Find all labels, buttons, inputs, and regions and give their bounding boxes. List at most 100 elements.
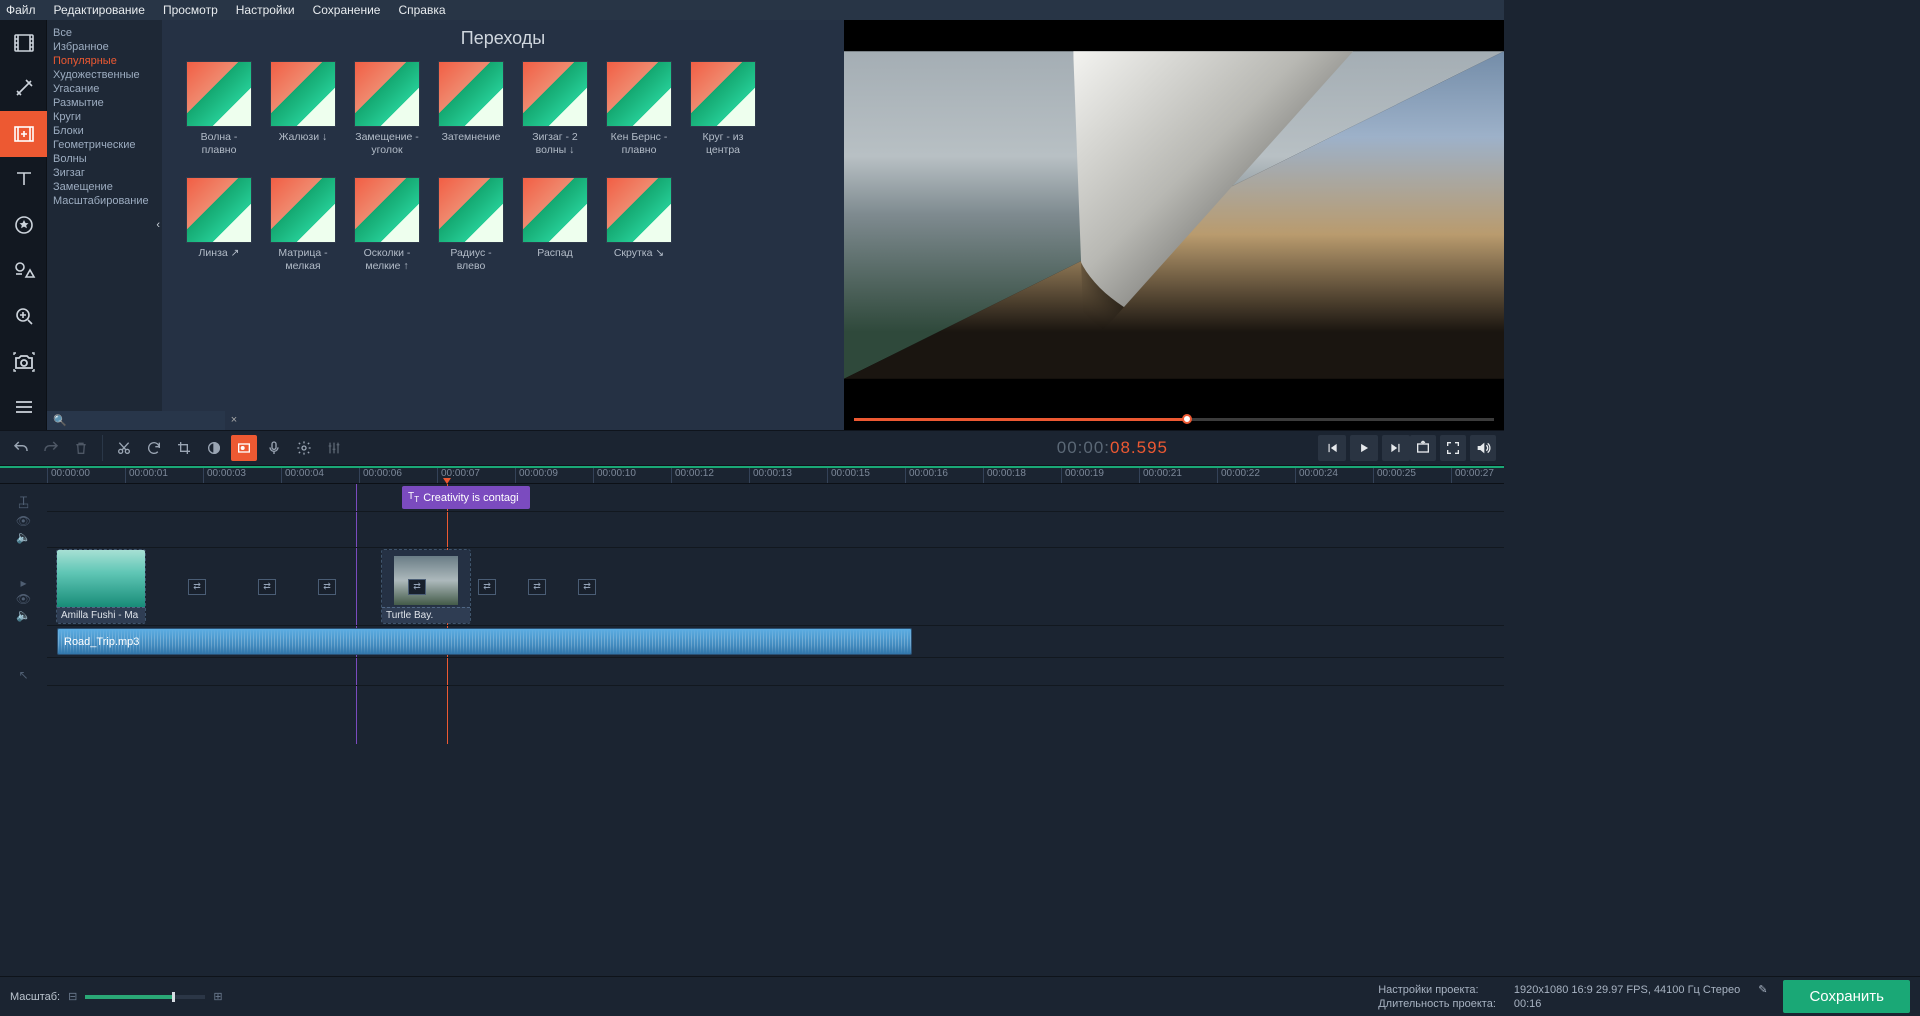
- video-clip[interactable]: Amilla Fushi - Ma: [57, 550, 145, 623]
- preview-canvas[interactable]: [844, 20, 1504, 410]
- menu-save[interactable]: Сохранение: [313, 3, 381, 17]
- category-item[interactable]: Геометрические: [47, 138, 162, 152]
- list-tool[interactable]: [0, 385, 47, 431]
- thumb-label: Затемнение: [438, 131, 504, 144]
- fullscreen-button[interactable]: [1440, 435, 1466, 461]
- category-item[interactable]: Популярные: [47, 54, 162, 68]
- color-button[interactable]: [201, 435, 227, 461]
- transition-marker[interactable]: ⇄: [528, 579, 546, 595]
- category-item[interactable]: Волны: [47, 152, 162, 166]
- category-item[interactable]: Зигзаг: [47, 166, 162, 180]
- media-tool[interactable]: [0, 20, 47, 66]
- thumb-label: Волна - плавно: [186, 131, 252, 157]
- collapse-categories-icon[interactable]: ‹: [154, 211, 162, 239]
- zoom-in-icon[interactable]: ⊞: [213, 990, 222, 1003]
- transition-thumb[interactable]: Волна - плавно: [186, 61, 252, 157]
- transition-thumb[interactable]: Осколки - мелкие ↑: [354, 177, 420, 273]
- preview-scrubber[interactable]: [854, 414, 1494, 424]
- cut-button[interactable]: [111, 435, 137, 461]
- transition-marker[interactable]: ⇄: [318, 579, 336, 595]
- ruler-tick: 00:00:19: [1061, 468, 1139, 483]
- video-clip[interactable]: Turtle Bay.: [382, 550, 470, 623]
- video-visibility-icon[interactable]: 👁: [17, 593, 31, 605]
- filters-tool[interactable]: [0, 66, 47, 112]
- ruler-tick: 00:00:15: [827, 468, 905, 483]
- audio-track[interactable]: Road_Trip.mp3: [47, 626, 1504, 658]
- category-item[interactable]: Круги: [47, 110, 162, 124]
- transition-thumb[interactable]: Линза ↗: [186, 177, 252, 273]
- transition-thumb[interactable]: Затемнение: [438, 61, 504, 157]
- overlay-visibility-icon[interactable]: 👁: [17, 515, 31, 527]
- time-ruler[interactable]: 00:00:0000:00:0100:00:0300:00:0400:00:06…: [0, 468, 1504, 484]
- stickers-tool[interactable]: [0, 202, 47, 248]
- category-item[interactable]: Угасание: [47, 82, 162, 96]
- transition-marker[interactable]: ⇄: [578, 579, 596, 595]
- transition-marker[interactable]: ⇄: [258, 579, 276, 595]
- transition-thumb[interactable]: Замещение - уголок: [354, 61, 420, 157]
- transition-thumb[interactable]: Жалюзи ↓: [270, 61, 336, 157]
- search-input[interactable]: [73, 411, 225, 430]
- thumb-image: [354, 177, 420, 243]
- menu-edit[interactable]: Редактирование: [54, 3, 145, 17]
- thumb-label: Кен Бернс - плавно: [606, 131, 672, 157]
- titles-tool[interactable]: [0, 157, 47, 203]
- shapes-tool[interactable]: [0, 248, 47, 294]
- spare-track[interactable]: ↖: [47, 658, 1504, 686]
- project-settings-label: Настройки проекта:: [1378, 984, 1496, 996]
- export-frame-button[interactable]: [1410, 435, 1436, 461]
- transition-thumb[interactable]: Зигзаг - 2 волны ↓: [522, 61, 588, 157]
- volume-button[interactable]: [1470, 435, 1496, 461]
- record-voice-button[interactable]: [261, 435, 287, 461]
- transition-thumb[interactable]: Радиус - влево: [438, 177, 504, 273]
- zoom-tool[interactable]: [0, 293, 47, 339]
- thumb-label: Распад: [522, 247, 588, 260]
- prev-button[interactable]: [1318, 435, 1346, 461]
- audio-clip[interactable]: Road_Trip.mp3: [57, 628, 912, 655]
- video-mute-icon[interactable]: 🔈: [17, 609, 31, 621]
- transition-thumb[interactable]: Матрица - мелкая: [270, 177, 336, 273]
- clip-properties-button[interactable]: [291, 435, 317, 461]
- menu-file[interactable]: Файл: [6, 3, 36, 17]
- transition-marker[interactable]: ⇄: [188, 579, 206, 595]
- titles-track[interactable]: T TT Creativity is contagi: [47, 484, 1504, 512]
- category-item[interactable]: Масштабирование: [47, 194, 162, 208]
- equalizer-button[interactable]: [321, 435, 347, 461]
- menu-view[interactable]: Просмотр: [163, 3, 218, 17]
- overlay-track[interactable]: ▭ 👁 🔈: [47, 512, 1504, 548]
- statusbar: Масштаб: ⊟ ⊞ Настройки проекта: 1920x108…: [0, 976, 1920, 1016]
- overlay-mute-icon[interactable]: 🔈: [17, 531, 31, 543]
- capture-tool[interactable]: [0, 339, 47, 385]
- category-item[interactable]: Избранное: [47, 40, 162, 54]
- menu-help[interactable]: Справка: [398, 3, 445, 17]
- category-item[interactable]: Замещение: [47, 180, 162, 194]
- transition-marker[interactable]: ⇄: [408, 579, 426, 595]
- title-clip-icon: TT: [408, 491, 419, 504]
- category-item[interactable]: Блоки: [47, 124, 162, 138]
- category-item[interactable]: Размытие: [47, 96, 162, 110]
- next-button[interactable]: [1382, 435, 1410, 461]
- transition-thumb[interactable]: Распад: [522, 177, 588, 273]
- video-track[interactable]: ▸ 👁 🔈 Amilla Fushi - MaTurtle Bay.⇄⇄⇄⇄⇄⇄…: [47, 548, 1504, 626]
- crop-button[interactable]: [171, 435, 197, 461]
- rotate-button[interactable]: [141, 435, 167, 461]
- transitions-tool[interactable]: [0, 111, 47, 157]
- category-item[interactable]: Все: [47, 26, 162, 40]
- zoom-slider[interactable]: [85, 995, 205, 999]
- thumb-image: [522, 177, 588, 243]
- transition-wizard-button[interactable]: [231, 435, 257, 461]
- category-item[interactable]: Художественные: [47, 68, 162, 82]
- menu-settings[interactable]: Настройки: [236, 3, 295, 17]
- undo-button[interactable]: [8, 435, 34, 461]
- transition-thumb[interactable]: Круг - из центра: [690, 61, 756, 157]
- title-clip[interactable]: TT Creativity is contagi: [402, 486, 530, 509]
- edit-project-settings-icon[interactable]: ✎: [1758, 983, 1767, 996]
- transition-marker[interactable]: ⇄: [478, 579, 496, 595]
- delete-button[interactable]: [68, 435, 94, 461]
- save-button[interactable]: Сохранить: [1783, 980, 1910, 1013]
- play-button[interactable]: [1350, 435, 1378, 461]
- clear-search-icon[interactable]: ×: [225, 411, 243, 430]
- redo-button[interactable]: [38, 435, 64, 461]
- transition-thumb[interactable]: Скрутка ↘: [606, 177, 672, 273]
- zoom-out-icon[interactable]: ⊟: [68, 990, 77, 1003]
- transition-thumb[interactable]: Кен Бернс - плавно: [606, 61, 672, 157]
